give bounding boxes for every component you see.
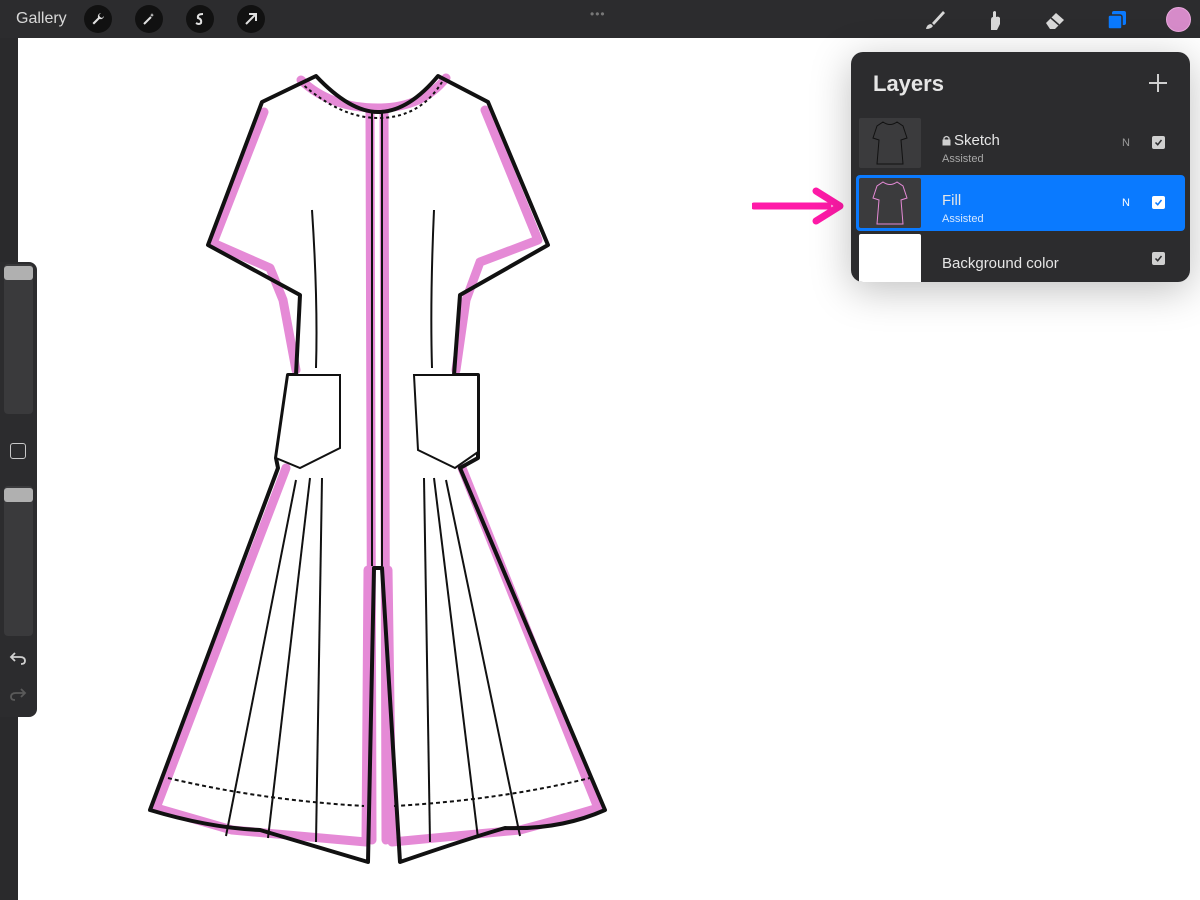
left-sidebar [0, 262, 37, 717]
brush-icon[interactable] [920, 5, 950, 35]
smudge-icon[interactable] [980, 5, 1010, 35]
opacity-thumb[interactable] [4, 488, 33, 502]
gallery-button[interactable]: Gallery [16, 10, 67, 28]
drag-grip-icon[interactable]: ••• [590, 7, 606, 21]
selection-s-icon[interactable] [186, 5, 214, 33]
layer-name: Background color [942, 255, 1059, 272]
layer-name: Fill [942, 192, 962, 209]
brush-size-slider[interactable] [4, 264, 33, 414]
layer-subtitle: Assisted [942, 153, 984, 165]
dress-outline [148, 74, 607, 864]
brush-size-thumb[interactable] [4, 266, 33, 280]
layers-panel: Layers Sketch Assisted N Fill Assisted N… [851, 52, 1190, 282]
opacity-slider[interactable] [4, 486, 33, 636]
layer-thumbnail [859, 178, 921, 228]
modify-square-icon[interactable] [10, 443, 26, 459]
blend-mode-button[interactable]: N [1122, 137, 1130, 149]
lock-icon [942, 135, 951, 146]
layer-subtitle: Assisted [942, 213, 984, 225]
layer-row-sketch[interactable]: Sketch Assisted N [856, 115, 1185, 171]
magic-wand-icon[interactable] [135, 5, 163, 33]
visibility-checkbox[interactable] [1152, 196, 1165, 209]
pink-outline [151, 73, 603, 847]
transform-arrow-icon[interactable] [237, 5, 265, 33]
layer-thumbnail [859, 118, 921, 168]
top-toolbar: Gallery ••• [0, 0, 1200, 38]
plus-icon[interactable] [1145, 70, 1171, 96]
visibility-checkbox[interactable] [1152, 136, 1165, 149]
eraser-icon[interactable] [1040, 5, 1070, 35]
layer-row-fill[interactable]: Fill Assisted N [856, 175, 1185, 231]
annotation-arrow [752, 187, 844, 225]
visibility-checkbox[interactable] [1152, 252, 1165, 265]
layers-icon[interactable] [1102, 5, 1132, 35]
wrench-icon[interactable] [84, 5, 112, 33]
layers-title: Layers [873, 71, 944, 96]
layer-name: Sketch [954, 132, 1000, 149]
layer-row-background[interactable]: Background color [856, 231, 1185, 282]
procreate-app: Gallery ••• Layers Sketch Assisted N Fil… [0, 0, 1200, 900]
blend-mode-button[interactable]: N [1122, 197, 1130, 209]
layer-thumbnail [859, 234, 921, 282]
color-picker-swatch[interactable] [1166, 7, 1191, 32]
undo-icon[interactable] [8, 648, 28, 668]
redo-icon[interactable] [8, 684, 28, 704]
